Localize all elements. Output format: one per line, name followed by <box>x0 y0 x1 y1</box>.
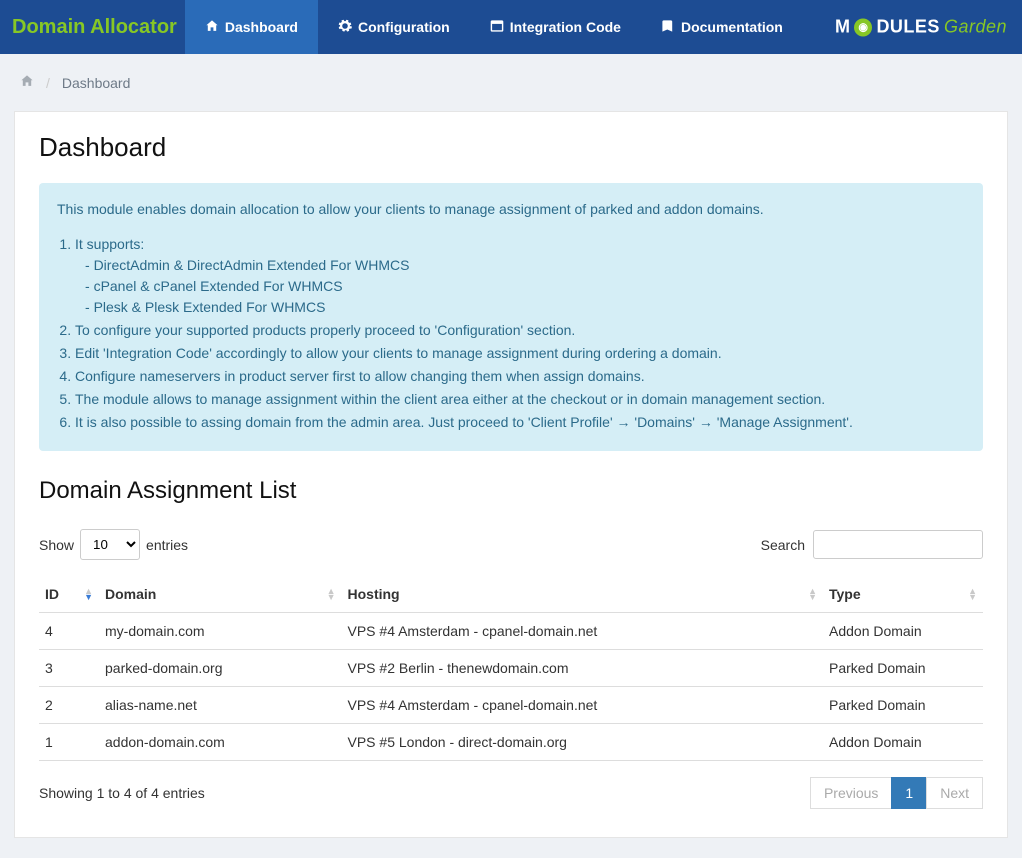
home-icon <box>205 19 219 36</box>
sort-icon: ▲▼ <box>327 588 336 600</box>
cell-hosting: VPS #2 Berlin - thenewdomain.com <box>342 650 824 687</box>
length-select[interactable]: 10 <box>80 529 140 560</box>
table-row: 1 addon-domain.com VPS #5 London - direc… <box>39 724 983 761</box>
length-suffix: entries <box>146 537 188 553</box>
length-control: Show 10 entries <box>39 529 188 560</box>
breadcrumb-home-icon[interactable] <box>20 74 34 91</box>
column-header-domain[interactable]: Domain ▲▼ <box>99 576 342 613</box>
cell-domain: alias-name.net <box>99 687 342 724</box>
info-step-6: It is also possible to assing domain fro… <box>75 412 965 433</box>
info-step-4: Configure nameservers in product server … <box>75 366 965 387</box>
info-step-1: It supports: DirectAdmin & DirectAdmin E… <box>75 234 965 318</box>
assignment-table: ID ▲▼ Domain ▲▼ Hosting ▲▼ Type ▲▼ <box>39 576 983 761</box>
cell-hosting: VPS #4 Amsterdam - cpanel-domain.net <box>342 687 824 724</box>
nav-tab-documentation[interactable]: Documentation <box>641 0 803 54</box>
info-support-item: DirectAdmin & DirectAdmin Extended For W… <box>85 255 965 276</box>
pagination-page-1[interactable]: 1 <box>891 777 927 809</box>
info-box: This module enables domain allocation to… <box>39 183 983 451</box>
info-step-5: The module allows to manage assignment w… <box>75 389 965 410</box>
main-card: Dashboard This module enables domain all… <box>14 111 1008 838</box>
section-title: Domain Assignment List <box>39 477 983 505</box>
cell-domain: addon-domain.com <box>99 724 342 761</box>
info-step-2: To configure your supported products pro… <box>75 320 965 341</box>
logo-text-m: M <box>835 17 851 38</box>
gear-icon <box>338 19 352 36</box>
pagination: Previous 1 Next <box>811 777 983 809</box>
cell-id: 1 <box>39 724 99 761</box>
page-title: Dashboard <box>39 132 983 163</box>
search-control: Search <box>761 530 983 559</box>
table-row: 4 my-domain.com VPS #4 Amsterdam - cpane… <box>39 613 983 650</box>
cell-id: 3 <box>39 650 99 687</box>
book-icon <box>661 19 675 36</box>
nav-tab-dashboard[interactable]: Dashboard <box>185 0 318 54</box>
column-header-id[interactable]: ID ▲▼ <box>39 576 99 613</box>
cell-type: Parked Domain <box>823 687 983 724</box>
brand-title: Domain Allocator <box>12 16 177 39</box>
cell-hosting: VPS #5 London - direct-domain.org <box>342 724 824 761</box>
nav-tab-label: Dashboard <box>225 19 298 35</box>
info-intro: This module enables domain allocation to… <box>57 199 965 220</box>
breadcrumb: / Dashboard <box>0 54 1022 101</box>
code-icon <box>490 19 504 36</box>
column-header-type[interactable]: Type ▲▼ <box>823 576 983 613</box>
info-step-3: Edit 'Integration Code' accordingly to a… <box>75 343 965 364</box>
cell-hosting: VPS #4 Amsterdam - cpanel-domain.net <box>342 613 824 650</box>
cell-id: 4 <box>39 613 99 650</box>
sort-icon: ▲▼ <box>84 588 93 600</box>
table-row: 3 parked-domain.org VPS #2 Berlin - then… <box>39 650 983 687</box>
cell-type: Addon Domain <box>823 724 983 761</box>
column-header-hosting[interactable]: Hosting ▲▼ <box>342 576 824 613</box>
logo-text-dules: DULES <box>876 17 940 38</box>
search-label: Search <box>761 537 805 553</box>
company-logo: M ◉ DULES Garden <box>835 17 1007 38</box>
table-row: 2 alias-name.net VPS #4 Amsterdam - cpan… <box>39 687 983 724</box>
cell-domain: my-domain.com <box>99 613 342 650</box>
cell-id: 2 <box>39 687 99 724</box>
nav-tab-label: Configuration <box>358 19 450 35</box>
nav-tab-label: Integration Code <box>510 19 621 35</box>
datatable-controls: Show 10 entries Search <box>39 529 983 560</box>
nav-tab-configuration[interactable]: Configuration <box>318 0 470 54</box>
info-support-item: Plesk & Plesk Extended For WHMCS <box>85 297 965 318</box>
top-navbar: Domain Allocator Dashboard Configuration… <box>0 0 1022 54</box>
cell-domain: parked-domain.org <box>99 650 342 687</box>
cell-type: Addon Domain <box>823 613 983 650</box>
datatable-footer: Showing 1 to 4 of 4 entries Previous 1 N… <box>39 777 983 809</box>
info-supports-label: It supports: <box>75 236 144 252</box>
breadcrumb-separator: / <box>46 75 50 91</box>
nav-tab-integration[interactable]: Integration Code <box>470 0 641 54</box>
sort-icon: ▲▼ <box>968 588 977 600</box>
cell-type: Parked Domain <box>823 650 983 687</box>
info-support-item: cPanel & cPanel Extended For WHMCS <box>85 276 965 297</box>
logo-text-garden: Garden <box>944 17 1007 38</box>
datatable-info: Showing 1 to 4 of 4 entries <box>39 785 205 801</box>
nav-tab-label: Documentation <box>681 19 783 35</box>
globe-icon: ◉ <box>854 18 872 36</box>
nav-tabs: Dashboard Configuration Integration Code… <box>185 0 803 54</box>
pagination-previous[interactable]: Previous <box>810 777 892 809</box>
sort-icon: ▲▼ <box>808 588 817 600</box>
search-input[interactable] <box>813 530 983 559</box>
breadcrumb-current: Dashboard <box>62 75 131 91</box>
pagination-next[interactable]: Next <box>926 777 983 809</box>
length-prefix: Show <box>39 537 74 553</box>
